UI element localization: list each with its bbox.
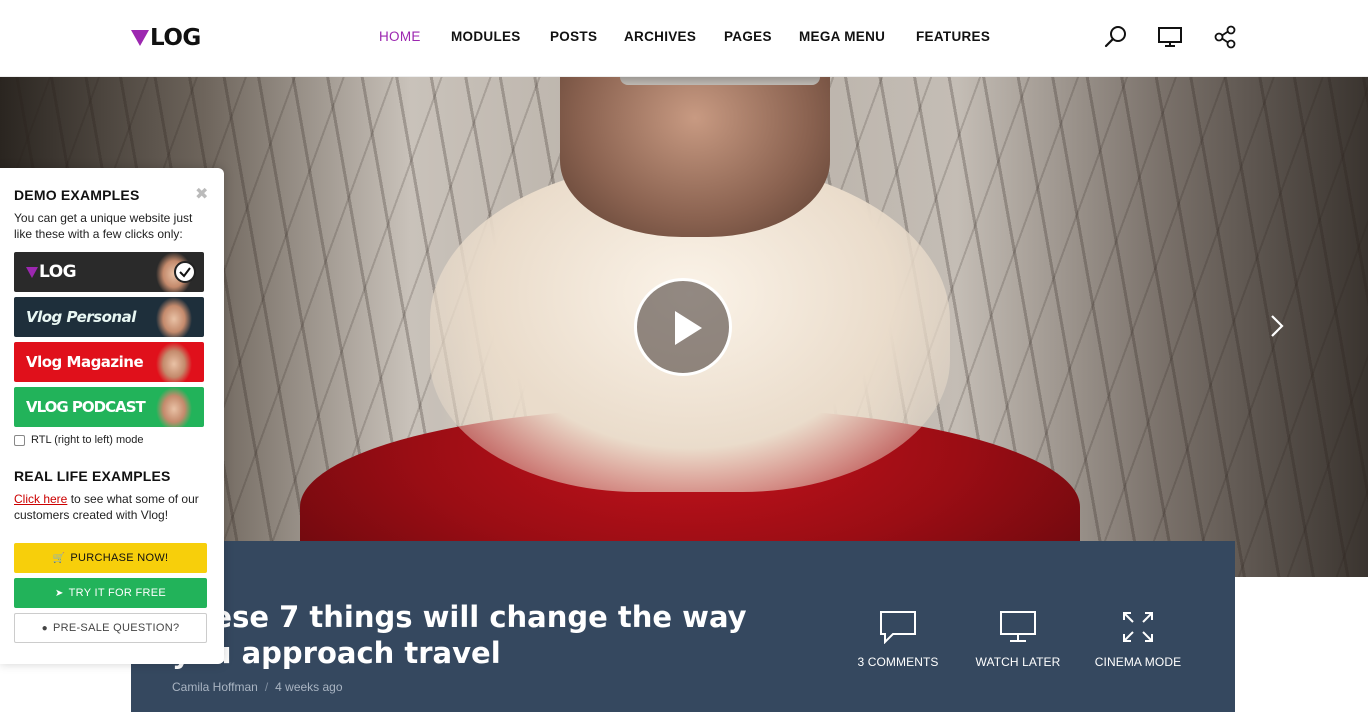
site-header: LOG HOME MODULES POSTS ARCHIVES PAGES ME… [0,0,1368,77]
rocket-icon: ➤ [54,587,64,599]
comments-label: 3 COMMENTS [857,655,939,669]
demo-vlog-magazine[interactable]: Vlog Magazine [14,342,204,382]
nav-home[interactable]: HOME [379,29,421,44]
nav-features[interactable]: FEATURES [916,29,990,44]
site-logo[interactable]: LOG [131,24,201,52]
panel-title: DEMO EXAMPLES [14,187,140,203]
demo-vlog[interactable]: LOG [14,252,204,292]
click-here-link[interactable]: Click here [14,492,67,506]
watch-later-label: WATCH LATER [975,655,1061,669]
purchase-button[interactable]: 🛒 PURCHASE NOW! [14,543,207,573]
cart-icon: 🛒 [52,552,66,564]
logo-text: LOG [150,25,201,51]
demo-examples-panel: DEMO EXAMPLES You can get a unique websi… [0,168,224,664]
try-label: TRY IT FOR FREE [68,587,167,599]
demo-label: LOG [39,262,77,282]
chevron-right-icon[interactable] [1268,313,1286,339]
comment-icon [880,611,916,644]
close-icon[interactable]: ✖ [195,184,208,203]
rtl-option[interactable]: RTL (right to left) mode [14,434,144,446]
post-author[interactable]: Camila Hoffman [172,680,258,694]
nav-pages[interactable]: PAGES [724,29,772,44]
nav-modules[interactable]: MODULES [451,29,521,44]
demo-thumbnail [126,297,204,337]
monitor-icon [1000,611,1036,642]
demo-label: Vlog Personal [26,308,136,326]
question-label: PRE-SALE QUESTION? [52,622,180,634]
post-date: 4 weeks ago [275,680,343,694]
nav-posts[interactable]: POSTS [550,29,597,44]
post-title[interactable]: These 7 things will change the way you a… [172,599,792,671]
rtl-checkbox[interactable] [14,434,25,446]
logo-v-mark [131,30,149,46]
pre-sale-question-button[interactable]: ● PRE-SALE QUESTION? [14,613,207,643]
hero-head [560,77,830,237]
try-free-button[interactable]: ➤ TRY IT FOR FREE [14,578,207,608]
chat-icon: ● [41,622,48,634]
demo-vlog-podcast[interactable]: VLOG PODCAST [14,387,204,427]
comments-button[interactable]: 3 COMMENTS [838,610,958,669]
real-life-title: REAL LIFE EXAMPLES [14,468,171,484]
demo-thumbnail [126,387,204,427]
hero-crown [620,77,820,85]
demo-thumbnail [126,342,204,382]
play-icon[interactable] [634,278,732,376]
rtl-label: RTL (right to left) mode [31,434,144,446]
watch-later-button[interactable]: WATCH LATER [958,610,1078,669]
post-meta: Camila Hoffman / 4 weeks ago [172,680,343,694]
expand-icon [1123,612,1153,642]
demo-logo-mark [26,266,38,278]
meta-separator: / [264,680,269,694]
cinema-mode-button[interactable]: CINEMA MODE [1078,610,1198,669]
cinema-mode-label: CINEMA MODE [1094,655,1182,669]
monitor-icon[interactable] [1157,24,1183,50]
check-icon [174,261,196,283]
nav-mega-menu[interactable]: MEGA MENU [799,29,885,44]
share-icon[interactable] [1213,24,1239,50]
search-icon[interactable] [1103,24,1129,50]
real-life-text: Click here to see what some of our custo… [14,491,210,523]
demo-vlog-personal[interactable]: Vlog Personal [14,297,204,337]
nav-archives[interactable]: ARCHIVES [624,29,696,44]
panel-intro: You can get a unique website just like t… [14,211,193,241]
purchase-label: PURCHASE NOW! [70,552,169,564]
